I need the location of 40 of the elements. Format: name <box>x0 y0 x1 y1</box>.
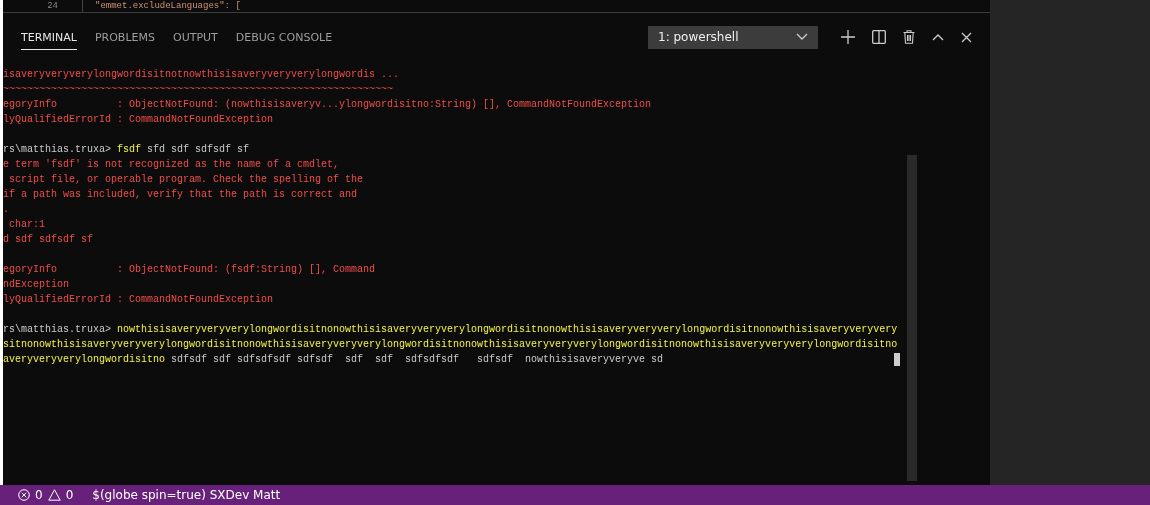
terminal-text: lyQualifiedErrorId : CommandNotFoundException <box>3 293 274 307</box>
warning-count[interactable]: 0 <box>65 488 74 502</box>
chevron-up-icon[interactable] <box>932 33 944 41</box>
terminal-text: averyveryverylongwordisitno <box>3 353 166 367</box>
terminal-text: . <box>3 203 9 217</box>
terminal-text: rs\matthias.truxa> <box>3 323 113 337</box>
error-count[interactable]: 0 <box>35 488 43 502</box>
terminal-text: fsdf <box>117 143 142 157</box>
panel-tab[interactable]: OUTPUT <box>173 24 218 50</box>
split-icon[interactable] <box>872 30 886 44</box>
panel-tab[interactable]: PROBLEMS <box>94 24 155 50</box>
terminal-text: lyQualifiedErrorId : CommandNotFoundException <box>3 113 274 127</box>
chevron-down-icon <box>796 33 808 41</box>
terminal-text: sitnonowthisisaveryveryverylongwordisitnonowthisisaveryveryverylongwordisitnonowthisisaveryveryverylongwordisitnonowthisisaveryveryverylongwordisitno <box>3 338 898 352</box>
terminal-text: egoryInfo : ObjectNotFound: (fsdf:String) [], Command <box>3 263 376 277</box>
terminal-text: sdfsdf sdf sdfsdfsdf sdfsdf sdf sdf sdfsdfsdf sdfsdf nowthisisaveryveryve sd <box>170 353 664 367</box>
terminal-text: e term 'fsdf' is not recognized as the name of a cmdlet, <box>3 158 340 172</box>
terminal-text: d sdf sdfsdf sf <box>3 233 93 247</box>
plus-icon[interactable] <box>841 30 855 44</box>
terminal-text: nowthisisaveryveryverylongwordisitnonowthisisaveryveryverylongwordisitnonowthisisaveryveryverylongwordisitnonowthisisaveryveryvery <box>117 323 898 337</box>
panel-tab[interactable]: DEBUG CONSOLE <box>235 24 333 50</box>
terminal-text: egoryInfo : ObjectNotFound: (nowthisisaveryv...ylongwordisitno:String) [], CommandNotFoundException <box>3 98 652 112</box>
line-number: 24 <box>46 0 58 12</box>
terminal-select[interactable]: 1: powershell <box>648 25 818 49</box>
terminal-text: char:1 <box>8 218 45 232</box>
terminal-text: ~~~~~~~~~~~~~~~~~~~~~~~~~~~~~~~~~~~~~~~~~~~~~~~~~~~~~~~~~~~~~~~~~ <box>3 83 394 97</box>
terminal-text: rs\matthias.truxa> <box>3 143 113 157</box>
error-icon <box>18 489 30 501</box>
status-text[interactable]: $(globe spin=true) SXDev Matt <box>92 488 281 502</box>
terminal-text: script file, or operable program. Check the spelling of the <box>8 173 364 187</box>
trash-icon[interactable] <box>903 30 915 44</box>
terminal-text: if a path was included, verify that the path is correct and <box>3 188 358 202</box>
code-line: "emmet.excludeLanguages": [ <box>82 0 241 12</box>
terminal-text: sfd sdf sdfsdf sf <box>146 143 250 157</box>
scrollbar-thumb[interactable] <box>907 155 917 481</box>
warning-icon <box>47 489 61 501</box>
panel-tab[interactable]: TERMINAL <box>21 24 77 50</box>
terminal-text: isaveryveryverylongwordisitnotnowthisisaveryveryverylongwordis ... <box>3 68 400 82</box>
close-icon[interactable] <box>961 31 972 43</box>
terminal-text: ndException <box>3 278 69 292</box>
